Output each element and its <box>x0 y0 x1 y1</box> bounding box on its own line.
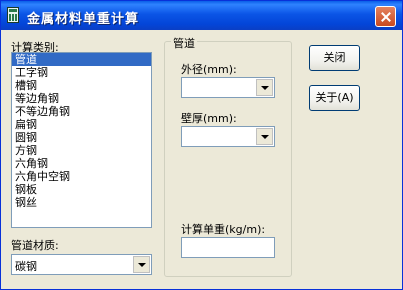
material-value: 碳钢 <box>15 260 37 273</box>
wall-thickness-select[interactable] <box>181 126 275 147</box>
wall-thickness-label: 壁厚(mm): <box>181 112 237 125</box>
unit-weight-field[interactable] <box>181 237 275 258</box>
pipe-group-legend: 管道 <box>171 35 197 51</box>
list-item[interactable]: 六角中空钢 <box>12 170 151 183</box>
list-item[interactable]: 钢丝 <box>12 196 151 209</box>
close-button[interactable]: 关闭 <box>309 45 360 71</box>
window-title: 金属材料单重计算 <box>27 12 140 27</box>
outer-diameter-label: 外径(mm): <box>181 63 237 76</box>
list-item[interactable]: 不等边角钢 <box>12 105 151 118</box>
dialog-window: 金属材料单重计算 计算类别: 管道 工字钢 槽钢 等边角钢 不等边角钢 扁钢 圆… <box>0 0 403 290</box>
list-item[interactable]: 扁钢 <box>12 118 151 131</box>
list-item[interactable]: 圆钢 <box>12 131 151 144</box>
title-bar[interactable]: 金属材料单重计算 <box>1 1 402 30</box>
chevron-down-icon[interactable] <box>133 256 150 273</box>
list-item[interactable]: 钢板 <box>12 183 151 196</box>
list-item[interactable]: 等边角钢 <box>12 92 151 105</box>
material-label: 管道材质: <box>11 239 59 252</box>
list-item[interactable]: 方钢 <box>12 144 151 157</box>
list-item[interactable]: 管道 <box>12 53 151 66</box>
unit-weight-label: 计算单重(kg/m): <box>181 223 266 236</box>
outer-diameter-select[interactable] <box>181 77 275 98</box>
list-item[interactable]: 六角钢 <box>12 157 151 170</box>
about-button[interactable]: 关于(A) <box>309 85 360 111</box>
chevron-down-icon[interactable] <box>256 128 273 145</box>
calculator-icon <box>7 7 19 23</box>
close-window-icon[interactable] <box>375 6 396 27</box>
chevron-down-icon[interactable] <box>256 79 273 96</box>
list-item[interactable]: 槽钢 <box>12 79 151 92</box>
list-item[interactable]: 工字钢 <box>12 66 151 79</box>
material-select[interactable]: 碳钢 <box>11 254 152 275</box>
calc-type-listbox[interactable]: 管道 工字钢 槽钢 等边角钢 不等边角钢 扁钢 圆钢 方钢 六角钢 六角中空钢 … <box>11 52 152 228</box>
